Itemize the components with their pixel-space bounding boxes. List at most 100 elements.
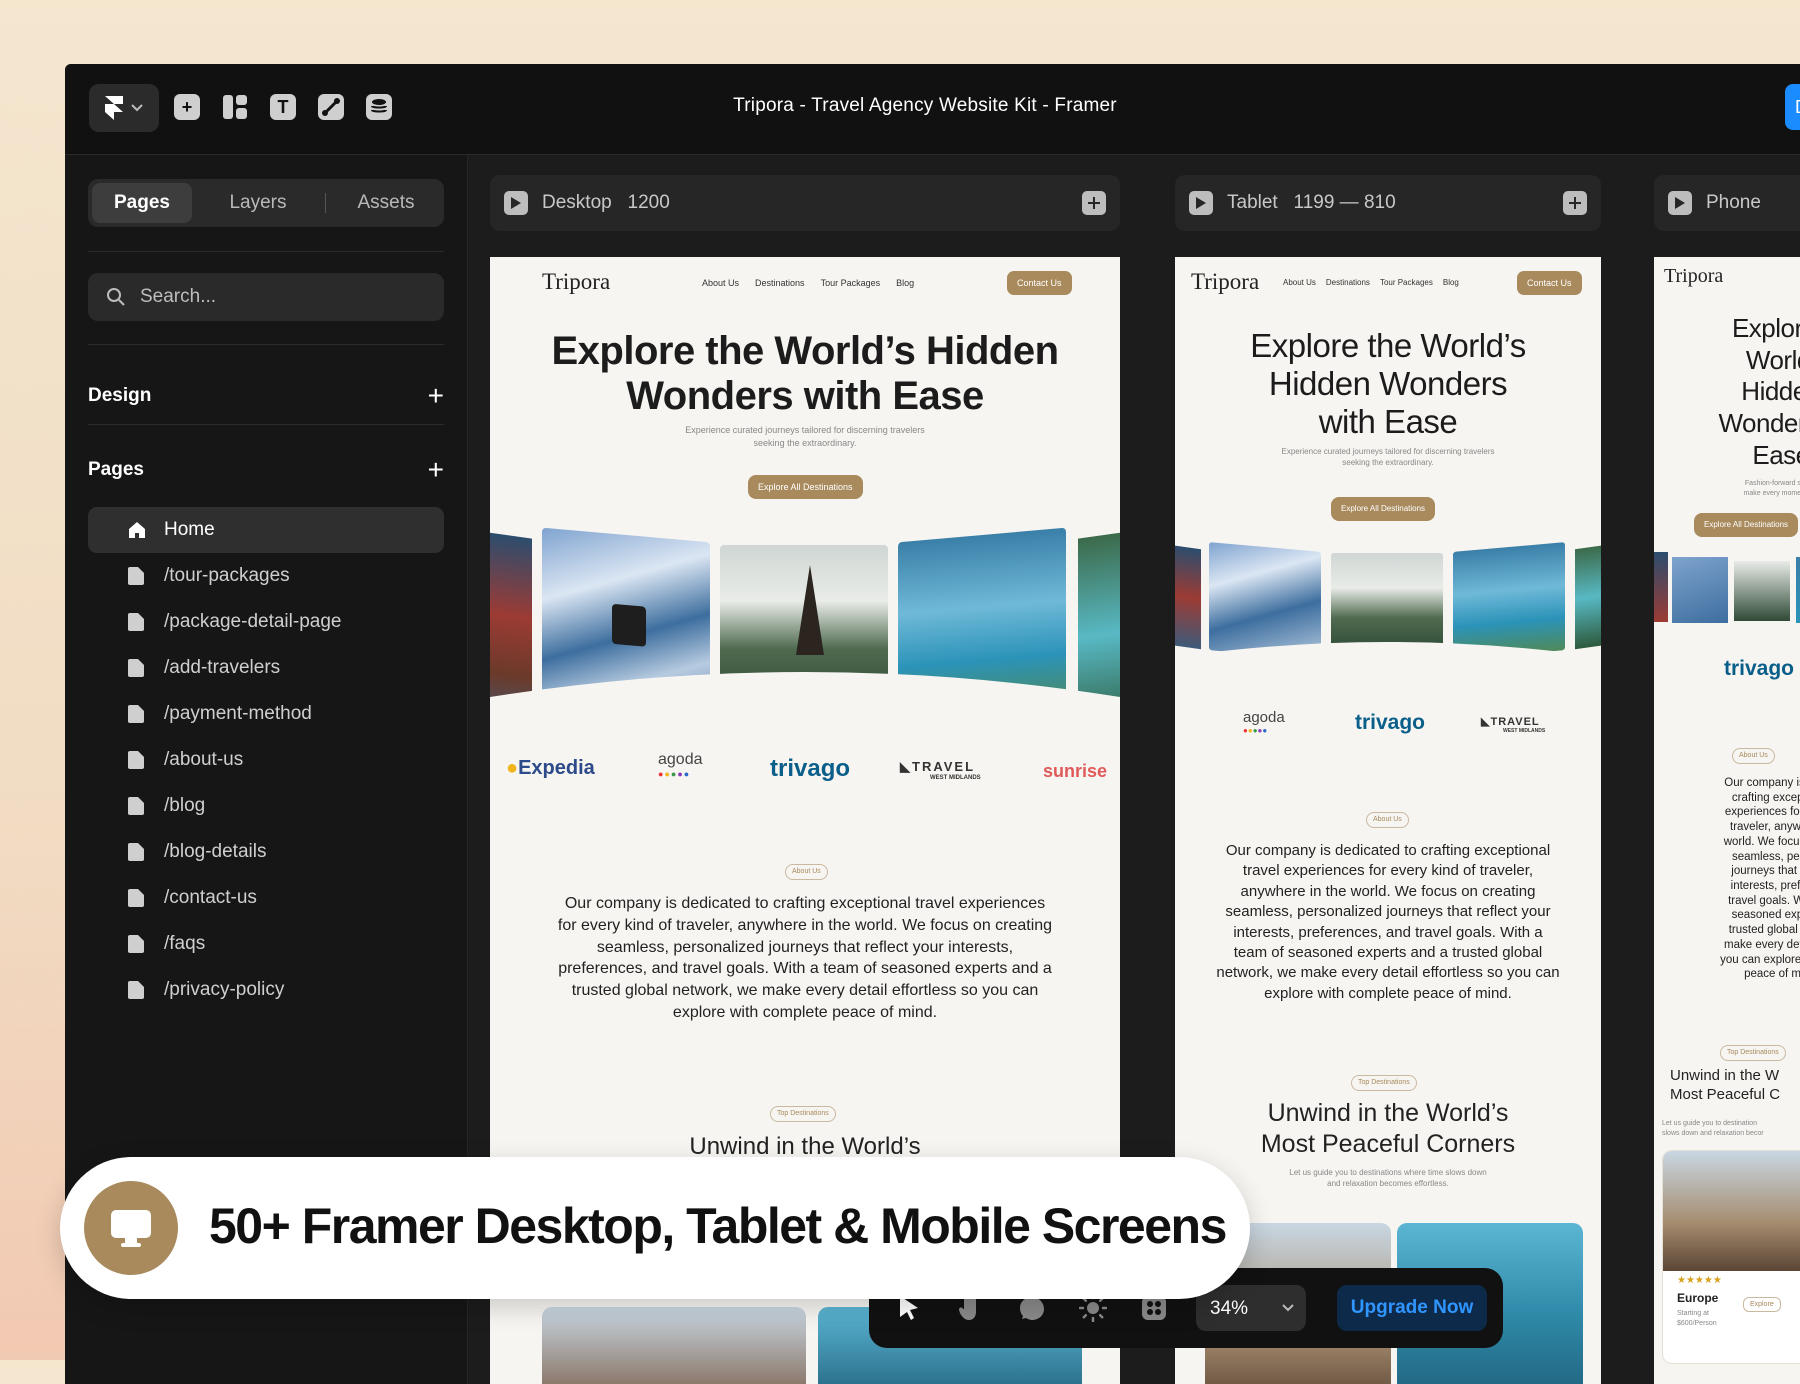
page-item-label: /faqs: [164, 933, 206, 954]
phone-frame[interactable]: Tripora Explore tWorld’HiddenWonders wEa…: [1654, 257, 1800, 1384]
destination-card-image: [1663, 1151, 1800, 1271]
page-item-label: Home: [164, 519, 215, 540]
partner-logos: ●Expedia agoda ●●●●● trivago ◣TRAVEL WEST …: [490, 751, 1120, 797]
site-nav: Tripora About Us Destinations Tour Packa…: [490, 269, 1120, 299]
hero-title: Explore the World’s Hidden Wonders with Ea…: [1250, 327, 1526, 440]
page-item-label: /add-travelers: [164, 657, 281, 678]
play-icon: [1196, 197, 1206, 209]
photo-curve-mask: [1175, 642, 1601, 697]
sidebar-tabs: Pages Layers Assets: [88, 179, 444, 227]
comment-icon: [1020, 1297, 1044, 1320]
site-logo: Tripora: [1191, 269, 1260, 294]
nav-link[interactable]: Tour Packages: [1380, 278, 1433, 287]
design-section-label: Design: [88, 385, 152, 406]
page-item[interactable]: /package-detail-page: [88, 599, 444, 645]
explore-destinations-button[interactable]: Explore All Destinations: [1694, 513, 1799, 537]
card-region: Europe: [1677, 1291, 1719, 1305]
divider: [88, 344, 444, 345]
page-item[interactable]: /add-travelers: [88, 645, 444, 691]
breakpoint-header-tablet[interactable]: Tablet 1199 — 810: [1175, 175, 1601, 231]
design-section: Design +: [88, 380, 444, 411]
file-icon: [128, 981, 144, 999]
tab-layers[interactable]: Layers: [208, 183, 308, 223]
preview-button[interactable]: [504, 191, 528, 215]
explore-destinations-button[interactable]: Explore All Destinations: [748, 475, 863, 499]
search-input[interactable]: Search...: [88, 273, 444, 321]
nav-link[interactable]: Destinations: [755, 278, 805, 288]
add-page-icon[interactable]: +: [428, 454, 444, 486]
page-item[interactable]: /faqs: [88, 921, 444, 967]
contact-button[interactable]: Contact Us: [1007, 271, 1072, 295]
partner-logos: agoda ●●●●● trivago ◣TRAVEL WEST MIDLANDS: [1175, 709, 1601, 755]
breakpoint-header-desktop[interactable]: Desktop 1200: [490, 175, 1120, 231]
explore-destinations-button[interactable]: Explore All Destinations: [1331, 497, 1436, 521]
top-toolbar: + T Tripora - Travel Agency Website Kit …: [65, 64, 1800, 155]
partner-logo-agoda: agoda ●●●●●: [658, 751, 703, 779]
add-breakpoint-button[interactable]: [1082, 191, 1106, 215]
destinations-pill: Top Destinations: [1351, 1075, 1417, 1091]
about-pill: About Us: [785, 864, 828, 880]
partner-logo-trivago: trivago: [1724, 657, 1795, 680]
nav-link[interactable]: Destinations: [1326, 278, 1370, 287]
destination-card-image[interactable]: [542, 1307, 806, 1384]
page-item[interactable]: /tour-packages: [88, 553, 444, 599]
cable-car-shape: [612, 603, 646, 647]
photo-temple: [1734, 561, 1790, 621]
page-item-label: /package-detail-page: [164, 611, 342, 632]
card-explore-button[interactable]: Explore: [1743, 1297, 1781, 1312]
page-item[interactable]: /contact-us: [88, 875, 444, 921]
partner-logo-expedia: ●Expedia: [506, 757, 595, 779]
hero-title: Explore tWorld’HiddenWonders wEase: [1718, 313, 1800, 470]
add-design-icon[interactable]: +: [428, 380, 444, 412]
nav-link[interactable]: About Us: [702, 278, 739, 288]
upgrade-button[interactable]: Upgrade Now: [1337, 1285, 1487, 1331]
publish-button[interactable]: D: [1785, 84, 1800, 130]
page-item-label: /blog-details: [164, 841, 267, 862]
tab-assets[interactable]: Assets: [336, 183, 436, 223]
page-item-home[interactable]: Home: [88, 507, 444, 553]
zoom-select[interactable]: 34%: [1196, 1285, 1306, 1331]
page-item-label: /tour-packages: [164, 565, 290, 586]
page-item[interactable]: /about-us: [88, 737, 444, 783]
temple-shape: [796, 565, 824, 655]
site-logo: Tripora: [1664, 265, 1724, 287]
add-breakpoint-button[interactable]: [1563, 191, 1587, 215]
photo-pagoda: [1175, 544, 1201, 650]
page-item-label: /blog: [164, 795, 206, 816]
file-icon: [128, 797, 144, 815]
breakpoint-label: Desktop 1200: [542, 192, 670, 213]
monitor-badge: [84, 1181, 178, 1275]
page-item[interactable]: /payment-method: [88, 691, 444, 737]
page-item[interactable]: /blog-details: [88, 829, 444, 875]
nav-link[interactable]: About Us: [1283, 278, 1316, 287]
page-item[interactable]: /blog: [88, 783, 444, 829]
file-icon: [128, 659, 144, 677]
page-item[interactable]: /privacy-policy: [88, 967, 444, 1013]
preview-button[interactable]: [1189, 191, 1213, 215]
hero-subtitle: Fashion-forward styles crmake every mome…: [1743, 480, 1800, 497]
breakpoint-header-phone[interactable]: Phone: [1654, 175, 1800, 231]
preview-button[interactable]: [1668, 191, 1692, 215]
about-paragraph: Our company is dedicated to crafting exc…: [557, 895, 1053, 1021]
hero-subtitle: Experience curated journeys tailored for…: [1281, 447, 1495, 468]
play-icon: [1675, 197, 1685, 209]
page-item-label: /payment-method: [164, 703, 312, 724]
partner-logo-trivago: trivago: [770, 755, 851, 782]
hero-sub-line: seeking the extraordinary.: [753, 437, 857, 448]
card-price: Starting at $600/Person: [1677, 1310, 1717, 1327]
pages-section: Pages +: [88, 454, 444, 485]
pages-section-label: Pages: [88, 459, 144, 480]
breakpoint-label: Phone: [1706, 192, 1761, 213]
nav-link[interactable]: Blog: [1443, 278, 1459, 287]
file-icon: [128, 705, 144, 723]
file-icon: [128, 613, 144, 631]
site-nav: Tripora About Us Destinations Tour Packa…: [1175, 269, 1601, 299]
page-item-label: /contact-us: [164, 887, 257, 908]
contact-button[interactable]: Contact Us: [1517, 271, 1582, 295]
nav-link[interactable]: Tour Packages: [821, 278, 881, 288]
plus-icon: [1569, 197, 1581, 209]
nav-link[interactable]: Blog: [896, 278, 914, 288]
tab-pages[interactable]: Pages: [92, 183, 192, 223]
destination-card[interactable]: ★★★★★ Europe Starting at $600/Person Expl…: [1662, 1150, 1800, 1364]
partner-logo-travel: ◣TRAVEL WEST MIDLANDS: [900, 759, 981, 781]
